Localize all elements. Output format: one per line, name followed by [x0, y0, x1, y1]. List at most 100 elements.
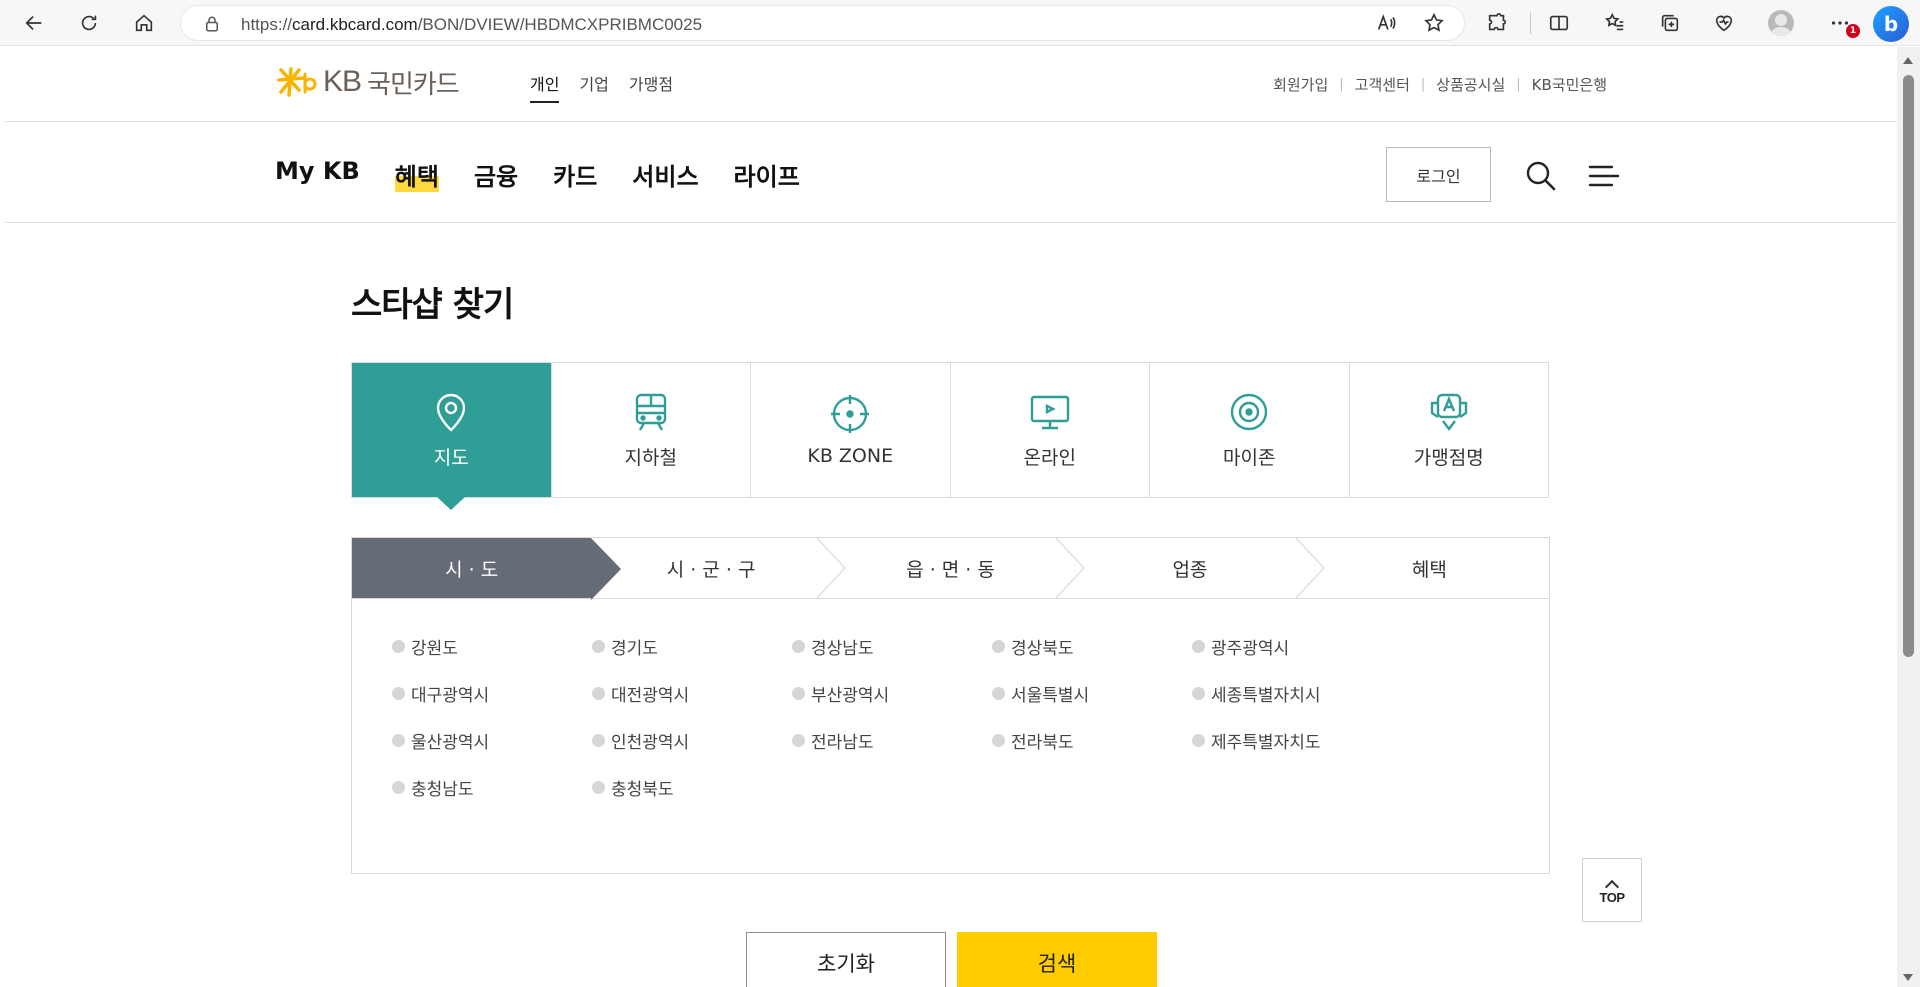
more-menu-icon[interactable]: 1: [1820, 6, 1860, 40]
region-option[interactable]: 경기도: [592, 635, 792, 659]
profile-avatar[interactable]: [1764, 6, 1798, 40]
radio-dot: [392, 639, 405, 653]
step-business-type[interactable]: 업종: [1070, 538, 1324, 598]
region-option[interactable]: 서울특별시: [992, 682, 1192, 706]
refresh-icon[interactable]: [72, 6, 106, 40]
region-label: 서울특별시: [1011, 685, 1090, 706]
segment-tab-personal[interactable]: 개인: [530, 71, 560, 103]
region-label: 부산광역시: [811, 685, 890, 706]
reset-button[interactable]: 초기화: [746, 932, 946, 987]
tab-online[interactable]: 온라인: [951, 363, 1150, 497]
nav-service[interactable]: 서비스: [632, 157, 698, 192]
logo-kookmin-card-text: 국민카드: [367, 69, 460, 100]
region-option[interactable]: 울산광역시: [392, 729, 592, 753]
step-benefit[interactable]: 혜택: [1310, 538, 1549, 598]
toolbar-divider: [1530, 12, 1531, 34]
region-label: 울산광역시: [411, 732, 490, 753]
step-town[interactable]: 읍 · 면 · 동: [831, 538, 1085, 598]
region-option[interactable]: 광주광역시: [1192, 635, 1392, 659]
kb-kookmin-card-logo[interactable]: KB 국민카드: [275, 65, 460, 100]
radio-dot: [392, 686, 405, 700]
region-label: 경상북도: [1011, 638, 1074, 659]
region-option[interactable]: 세종특별자치시: [1192, 682, 1392, 706]
nav-my-kb[interactable]: My KB: [275, 157, 360, 192]
url-text: https://card.kbcard.com/BON/DVIEW/HBDMCX…: [241, 15, 703, 34]
region-list-panel: 강원도 경기도 경상남도 경상북도 광주광역시 대구광역시 대전광역시 부산광역…: [351, 599, 1550, 874]
browser-essentials-icon[interactable]: [1707, 6, 1741, 40]
region-option[interactable]: 전라남도: [792, 729, 992, 753]
step-label: 시 · 도: [445, 558, 499, 581]
region-option[interactable]: 경상북도: [992, 635, 1192, 659]
collections-icon[interactable]: [1653, 6, 1687, 40]
back-icon[interactable]: [17, 6, 51, 40]
region-option[interactable]: 부산광역시: [792, 682, 992, 706]
favorites-list-icon[interactable]: [1598, 6, 1632, 40]
tab-label: 지도: [433, 446, 469, 469]
page-scrollbar[interactable]: [1897, 47, 1920, 987]
segment-tab-business[interactable]: 기업: [579, 71, 608, 103]
login-button[interactable]: 로그인: [1386, 147, 1491, 202]
utility-links: 회원가입 | 고객센터 | 상품공시실 | KB국민은행: [1273, 74, 1607, 95]
step-label: 시 · 군 · 구: [666, 558, 756, 581]
region-option[interactable]: 전라북도: [992, 729, 1192, 753]
favorite-star-icon[interactable]: [1417, 6, 1451, 40]
step-province[interactable]: 시 · 도: [352, 538, 622, 600]
region-option[interactable]: 제주특별자치도: [1192, 729, 1392, 753]
scrollbar-thumb[interactable]: [1903, 75, 1914, 657]
step-arrow: [1295, 538, 1324, 598]
radio-dot: [1192, 686, 1205, 700]
region-option[interactable]: 대전광역시: [592, 682, 792, 706]
step-label: 혜택: [1411, 558, 1447, 581]
signup-link[interactable]: 회원가입: [1273, 74, 1328, 95]
bing-copilot-icon[interactable]: b: [1873, 6, 1909, 42]
hamburger-menu-icon[interactable]: [1587, 159, 1621, 193]
customer-segment-tabs: 개인 기업 가맹점: [530, 71, 673, 103]
region-option[interactable]: 충청북도: [592, 776, 792, 800]
region-option[interactable]: 대구광역시: [392, 682, 592, 706]
step-label: 업종: [1172, 558, 1208, 581]
search-icon[interactable]: [1524, 159, 1558, 193]
target-icon: [831, 395, 870, 433]
segment-tab-merchant[interactable]: 가맹점: [629, 71, 673, 103]
radio-dot: [392, 780, 405, 794]
split-screen-icon[interactable]: [1542, 6, 1576, 40]
tab-kb-zone[interactable]: KB ZONE: [751, 363, 951, 497]
customer-center-link[interactable]: 고객센터: [1355, 74, 1410, 95]
region-grid: 강원도 경기도 경상남도 경상북도 광주광역시 대구광역시 대전광역시 부산광역…: [392, 635, 1392, 800]
tab-map[interactable]: 지도: [352, 363, 552, 510]
region-option[interactable]: 경상남도: [792, 635, 992, 659]
region-option[interactable]: 강원도: [392, 635, 592, 659]
extensions-icon[interactable]: [1480, 6, 1514, 40]
home-icon[interactable]: [127, 6, 161, 40]
tab-label: 온라인: [1023, 446, 1076, 469]
notification-badge: 1: [1846, 24, 1860, 38]
search-type-tabs: 지도 지하철 KB ZONE 온라인 마이존 가맹점명: [351, 362, 1549, 510]
tab-merchant-name[interactable]: 가맹점명: [1350, 363, 1549, 497]
read-aloud-icon[interactable]: [1369, 6, 1403, 40]
tab-label: 지하철: [624, 446, 677, 469]
tab-my-zone[interactable]: 마이존: [1150, 363, 1350, 497]
scroll-up-arrow-icon[interactable]: [1903, 57, 1913, 64]
region-label: 대전광역시: [611, 685, 690, 706]
scroll-to-top-button[interactable]: TOP: [1582, 858, 1642, 922]
region-option[interactable]: 충청남도: [392, 776, 592, 800]
radio-dot: [1192, 733, 1205, 747]
scroll-down-arrow-icon[interactable]: [1903, 974, 1913, 981]
region-label: 제주특별자치도: [1211, 732, 1321, 753]
nav-life[interactable]: 라이프: [734, 157, 800, 192]
step-city-county[interactable]: 시 · 군 · 구: [591, 538, 845, 598]
nav-card[interactable]: 카드: [553, 157, 597, 192]
product-disclosure-link[interactable]: 상품공시실: [1436, 74, 1505, 95]
nav-finance[interactable]: 금융: [474, 157, 518, 192]
region-label: 경기도: [611, 638, 658, 659]
tab-subway[interactable]: 지하철: [552, 363, 751, 497]
main-navigation: My KB 혜택 금융 카드 서비스 라이프 로그인: [5, 123, 1897, 223]
top-header: KB 국민카드 개인 기업 가맹점 회원가입 | 고객센터 | 상품공시실 | …: [5, 47, 1897, 122]
search-button[interactable]: 검색: [957, 932, 1157, 987]
region-option[interactable]: 인천광역시: [592, 729, 792, 753]
nav-benefits[interactable]: 혜택: [394, 157, 439, 192]
lock-icon[interactable]: [203, 15, 221, 33]
kb-bank-link[interactable]: KB국민은행: [1532, 74, 1607, 95]
address-bar[interactable]: https://card.kbcard.com/BON/DVIEW/HBDMCX…: [180, 5, 1465, 41]
radio-dot: [1192, 639, 1205, 653]
